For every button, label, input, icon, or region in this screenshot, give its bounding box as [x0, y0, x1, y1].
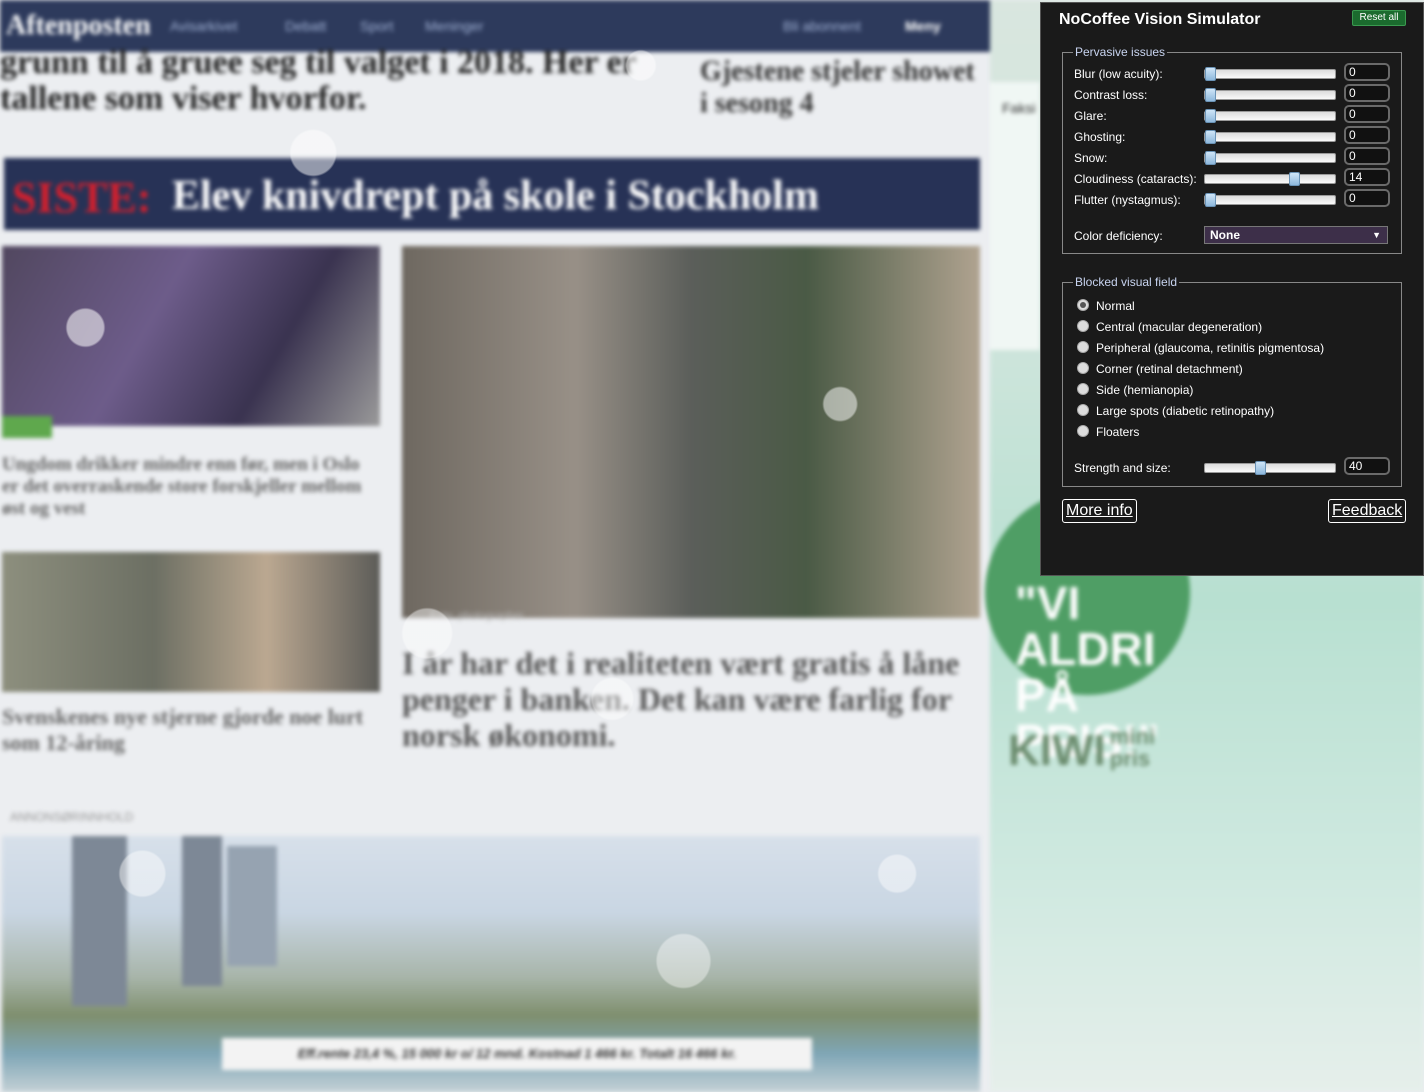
blocked-field-option[interactable]: Normal [1077, 299, 1135, 313]
nav-item[interactable]: Avisarkivet [170, 18, 237, 34]
subscribe-link[interactable]: Bli abonnent [783, 18, 861, 34]
setting-input[interactable]: 0 [1344, 189, 1390, 207]
ad-caption: Eff.rente 23,4 %, 15 000 kr o/ 12 mnd. K… [222, 1038, 812, 1070]
option-label: Side (hemianopia) [1096, 383, 1194, 397]
blocked-field-option[interactable]: Central (macular degeneration) [1077, 320, 1262, 334]
slider-thumb[interactable] [1205, 67, 1216, 81]
panel-title: NoCoffee Vision Simulator [1059, 11, 1261, 28]
nocoffee-panel: NoCoffee Vision Simulator Reset all Perv… [1040, 2, 1424, 576]
strength-label: Strength and size: [1074, 461, 1171, 475]
blocked-field-option[interactable]: Corner (retinal detachment) [1077, 362, 1243, 376]
building [227, 846, 277, 966]
setting-slider[interactable] [1204, 67, 1336, 81]
radio-button[interactable] [1077, 404, 1089, 416]
slider-thumb[interactable] [1255, 461, 1266, 475]
color-deficiency-select[interactable]: None ▼ [1204, 226, 1388, 244]
strength-input[interactable]: 40 [1344, 457, 1390, 475]
radio-button[interactable] [1077, 299, 1089, 311]
photo-caption: Foto: photographer [430, 610, 524, 622]
setting-label: Glare: [1074, 109, 1107, 123]
blocked-field-option[interactable]: Side (hemianopia) [1077, 383, 1193, 397]
setting-input[interactable]: 0 [1344, 147, 1390, 165]
strength-slider[interactable] [1204, 461, 1336, 475]
article-image[interactable] [402, 246, 980, 618]
setting-label: Flutter (nystagmus): [1074, 193, 1181, 207]
kiwi-logo-main: KIWI [1008, 726, 1106, 775]
setting-label: Blur (low acuity): [1074, 67, 1163, 81]
option-label: Corner (retinal detachment) [1096, 362, 1243, 376]
more-info-link[interactable]: More info [1062, 499, 1137, 523]
building [72, 836, 127, 1006]
site-logo[interactable]: Aftenposten [6, 10, 151, 42]
option-label: Large spots (diabetic retinopathy) [1096, 404, 1275, 418]
building [182, 836, 222, 986]
setting-label: Snow: [1074, 151, 1108, 165]
setting-input[interactable]: 0 [1344, 63, 1390, 81]
blocked-field-option[interactable]: Floaters [1077, 425, 1139, 439]
article-image[interactable] [2, 552, 380, 692]
option-label: Floaters [1096, 425, 1140, 439]
setting-slider[interactable] [1204, 151, 1336, 165]
radio-button[interactable] [1077, 425, 1089, 437]
radio-button[interactable] [1077, 383, 1089, 395]
setting-input[interactable]: 14 [1344, 168, 1390, 186]
slider-thumb[interactable] [1205, 88, 1216, 102]
slider-thumb[interactable] [1205, 151, 1216, 165]
nav-item[interactable]: Meninger [425, 18, 483, 34]
slider-thumb[interactable] [1205, 130, 1216, 144]
article-title[interactable]: I år har det i realiteten vært gratis å … [402, 645, 982, 753]
ad-label: ANNONSØRINNHOLD [10, 810, 134, 824]
faksimile-label: Faksi [1002, 100, 1036, 116]
setting-slider[interactable] [1204, 172, 1336, 186]
nav-item[interactable]: Sport [360, 18, 393, 34]
article-image[interactable] [2, 246, 380, 426]
setting-input[interactable]: 0 [1344, 105, 1390, 123]
setting-input[interactable]: 0 [1344, 126, 1390, 144]
pervasive-issues-fieldset: Pervasive issues Blur (low acuity): 0 Cont… [1062, 45, 1402, 254]
setting-slider[interactable] [1204, 193, 1336, 207]
breaking-news-bar[interactable]: SISTE: Elev knivdrept på skole i Stockho… [4, 158, 980, 230]
nav-item[interactable]: Debatt [285, 18, 326, 34]
setting-input[interactable]: 0 [1344, 84, 1390, 102]
article-title[interactable]: Ungdom drikker mindre enn før, men i Osl… [2, 454, 372, 520]
setting-slider[interactable] [1204, 88, 1336, 102]
setting-slider[interactable] [1204, 109, 1336, 123]
faksimile-thumbnail[interactable] [990, 82, 1040, 350]
slider-thumb[interactable] [1205, 193, 1216, 207]
blocked-field-fieldset: Blocked visual field Normal Central (macu… [1062, 275, 1402, 487]
breaking-tag: SISTE: [12, 173, 152, 222]
menu-button[interactable]: Meny [905, 18, 941, 34]
setting-label: Ghosting: [1074, 130, 1126, 144]
radio-button[interactable] [1077, 320, 1089, 332]
setting-label: Contrast loss: [1074, 88, 1148, 102]
slider-thumb[interactable] [1205, 109, 1216, 123]
blocked-field-option[interactable]: Peripheral (glaucoma, retinitis pigmento… [1077, 341, 1324, 355]
slider-thumb[interactable] [1289, 172, 1300, 186]
setting-slider[interactable] [1204, 130, 1336, 144]
chevron-down-icon: ▼ [1372, 230, 1381, 240]
option-label: Normal [1096, 299, 1135, 313]
side-headline[interactable]: Gjestene stjeler showet i sesong 4 [700, 56, 980, 120]
article-tag [2, 416, 52, 438]
color-deficiency-label: Color deficiency: [1074, 229, 1163, 243]
radio-button[interactable] [1077, 341, 1089, 353]
setting-label: Cloudiness (cataracts): [1074, 172, 1197, 186]
reset-all-button[interactable]: Reset all [1352, 10, 1406, 26]
kiwi-logo-sub: pris [1109, 746, 1151, 771]
radio-button[interactable] [1077, 362, 1089, 374]
breaking-text: Elev knivdrept på skole i Stockholm [172, 173, 819, 219]
article-title[interactable]: Svenskenes nye stjerne gjorde noe lurt s… [2, 704, 372, 756]
option-label: Central (macular degeneration) [1096, 320, 1263, 334]
kiwi-logo: KIWI mini pris [1008, 726, 1155, 776]
blocked-field-option[interactable]: Large spots (diabetic retinopathy) [1077, 404, 1274, 418]
hero-headline[interactable]: grunn til å gruee seg til valget i 2018.… [0, 45, 680, 117]
feedback-link[interactable]: Feedback [1328, 499, 1407, 523]
option-label: Peripheral (glaucoma, retinitis pigmento… [1096, 341, 1325, 355]
color-deficiency-value: None [1210, 228, 1240, 242]
blocked-legend: Blocked visual field [1073, 275, 1180, 289]
pervasive-legend: Pervasive issues [1073, 45, 1168, 59]
